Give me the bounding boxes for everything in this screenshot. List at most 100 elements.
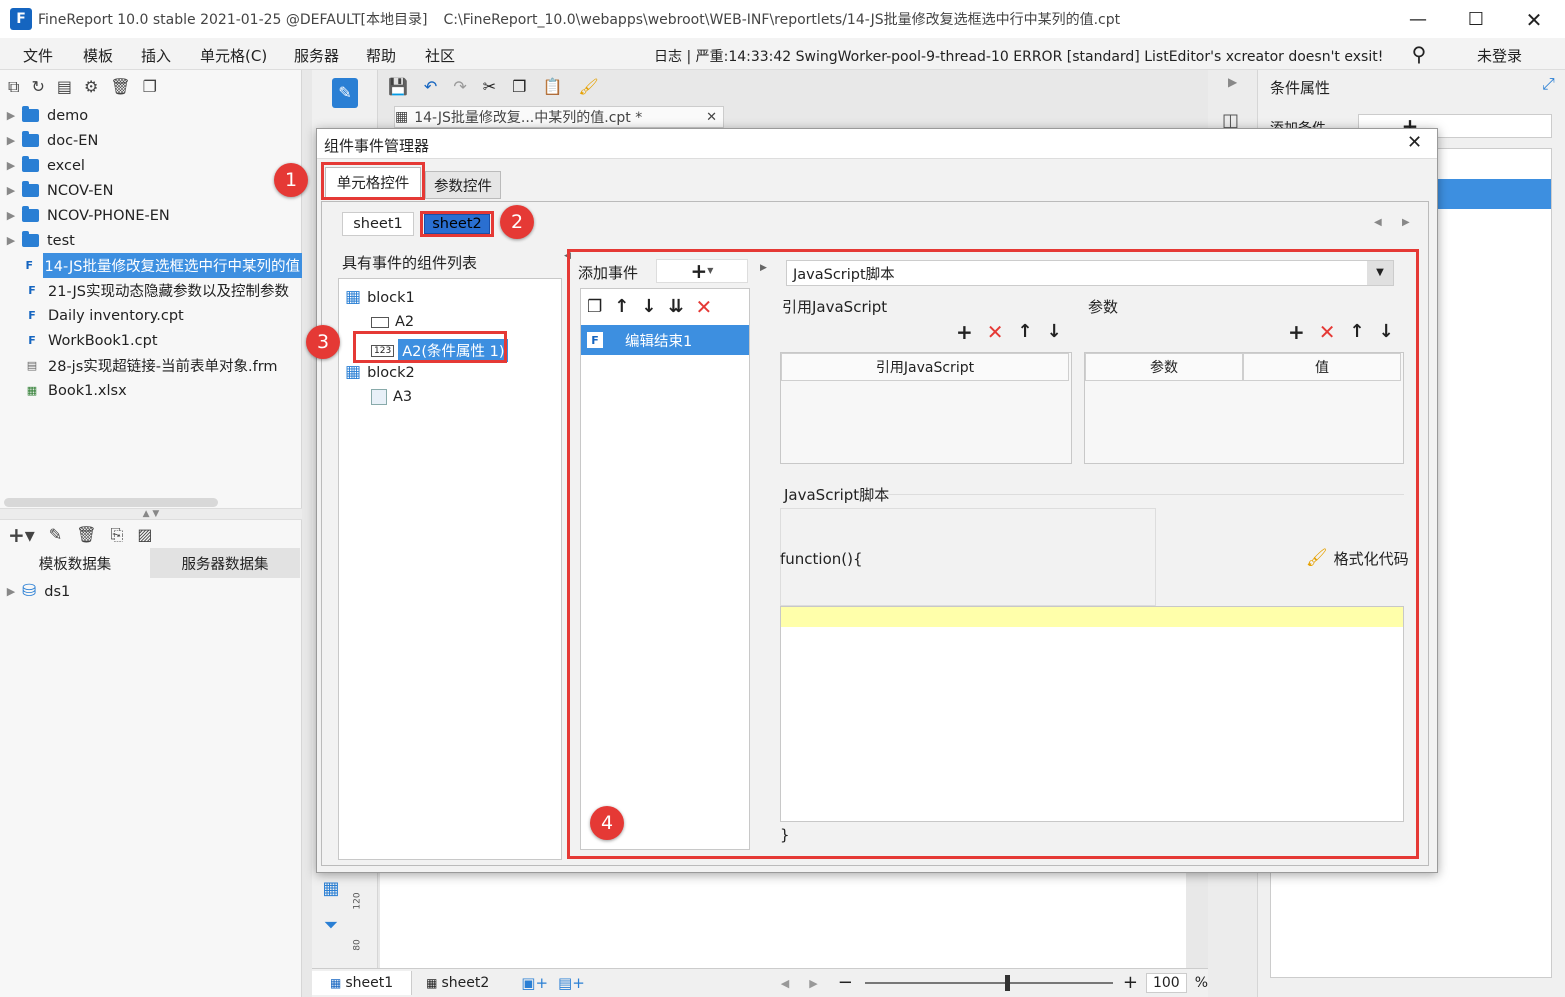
window-path: C:\FineReport_10.0\webapps\webroot\WEB-I… [443, 12, 1121, 28]
template-icon[interactable]: ✎ [332, 78, 358, 108]
sheet-scroll-left-icon[interactable]: ◀ [1374, 218, 1382, 228]
canvas[interactable] [380, 870, 1186, 970]
highlight-box-3 [353, 331, 507, 363]
dialog-close-icon[interactable]: ✕ [1407, 134, 1422, 152]
tree-folder[interactable]: ▶ excel [0, 153, 302, 178]
search-icon[interactable]: ⚲ [1408, 43, 1430, 65]
dataset-settings-icon[interactable]: ▨ [137, 524, 152, 546]
redo-icon[interactable]: ↷ [453, 79, 466, 95]
add-report-sheet-icon[interactable]: ▣+ [521, 975, 548, 991]
refresh-icon[interactable]: ↻ [31, 76, 44, 98]
funnel-icon[interactable]: ⏷ [320, 915, 342, 937]
edit-icon[interactable]: ✎ [49, 524, 62, 546]
zoom-in-icon[interactable]: + [1123, 974, 1138, 992]
widget-list-title: 具有事件的组件列表 [342, 254, 478, 272]
folder-icon [22, 106, 39, 122]
main-toolbar: 💾 ↶ ↷ ✂ ❐ 📋 🖌 [388, 74, 1208, 100]
tab-template-dataset[interactable]: 模板数据集 [0, 548, 150, 578]
log-message[interactable]: 日志 | 严重:14:33:42 SwingWorker-pool-9-thre… [654, 46, 1383, 66]
zoom-unit: % [1194, 975, 1208, 991]
tree-folder[interactable]: ▶ NCOV-PHONE-EN [0, 203, 302, 228]
paste-icon[interactable]: 📋 [542, 79, 562, 95]
locate-icon[interactable]: ▤ [57, 76, 72, 98]
menu-help[interactable]: 帮助 [366, 45, 396, 66]
annotation-badge-2: 2 [500, 205, 534, 239]
window-title: FineReport 10.0 stable 2021-01-25 @DEFAU… [38, 12, 428, 28]
tree-folder[interactable]: ▶ demo [0, 103, 302, 128]
menu-server[interactable]: 服务器 [294, 45, 339, 66]
ruler-label-80: 80 [352, 939, 363, 951]
copy-icon[interactable]: ❐ [143, 76, 157, 98]
tree-folder[interactable]: ▶ doc-EN [0, 128, 302, 153]
format-painter-icon[interactable]: 🖌 [578, 79, 598, 95]
horizontal-scrollbar[interactable] [4, 498, 218, 507]
maximize-icon[interactable]: ☐ [1466, 10, 1486, 30]
title-bar: F FineReport 10.0 stable 2021-01-25 @DEF… [0, 0, 1565, 38]
pin-icon[interactable]: ⤢ [1542, 76, 1555, 92]
tree-file-selected[interactable]: F 14-JS批量修改复选框选中行中某列的值 [0, 253, 302, 278]
save-icon[interactable]: 💾 [388, 79, 408, 95]
sheet-tab-1[interactable]: ▦ sheet1 [312, 971, 413, 995]
add-dataset-icon[interactable]: +▾ [8, 524, 35, 546]
login-link[interactable]: 未登录 [1477, 45, 1522, 66]
preview-icon[interactable]: ⎘ [111, 524, 124, 546]
tree-file[interactable]: ▤ 28-js实现超链接-当前表单对象.frm [0, 353, 302, 378]
collapse-arrow-icon[interactable]: ▶ [1228, 76, 1237, 88]
widget-layout-icon[interactable]: ▦ [320, 878, 342, 900]
widget-tree-block1[interactable]: ▦ block1 [345, 289, 415, 306]
widget-tree-block2[interactable]: ▦ block2 [345, 364, 415, 381]
template-tab-label: 14-JS批量修改复...中某列的值.cpt * [414, 110, 643, 126]
folder-label: NCOV-PHONE-EN [47, 207, 170, 224]
splitter[interactable]: ▲ ▼ [0, 508, 302, 520]
table-icon: ▦ [345, 287, 362, 307]
zoom-out-icon[interactable]: − [838, 974, 853, 992]
cpt-file-icon: F [28, 334, 36, 347]
delete-icon[interactable]: 🗑 [76, 524, 96, 546]
zoom-slider-thumb[interactable] [1004, 975, 1010, 991]
tab-server-dataset[interactable]: 服务器数据集 [150, 548, 300, 578]
zoom-slider[interactable] [864, 975, 1113, 991]
copy-icon[interactable]: ❐ [512, 79, 526, 95]
annotation-badge-4: 4 [590, 806, 624, 840]
tree-file[interactable]: ▦ Book1.xlsx [0, 378, 302, 403]
tree-file[interactable]: F Daily inventory.cpt [0, 303, 302, 328]
tree-folder[interactable]: ▶ NCOV-EN [0, 178, 302, 203]
sheet-scroll-right-icon[interactable]: ▶ [1402, 218, 1410, 228]
widget-tree-label: block2 [367, 364, 415, 381]
new-folder-icon[interactable]: ⧉ [8, 76, 19, 98]
undo-icon[interactable]: ↶ [424, 79, 437, 95]
tab-close-icon[interactable]: ✕ [706, 111, 717, 124]
zoom-value[interactable]: 100 [1145, 973, 1187, 993]
tree-folder[interactable]: ▶ test [0, 228, 302, 253]
menu-file[interactable]: 文件 [23, 45, 53, 66]
folder-label: demo [47, 107, 89, 124]
cut-icon[interactable]: ✂ [483, 79, 496, 95]
scroll-left-icon[interactable]: ◀ [781, 978, 789, 989]
right-panel-title: 条件属性 [1270, 79, 1331, 97]
minimize-icon[interactable]: — [1408, 10, 1428, 30]
tree-file[interactable]: F WorkBook1.cpt [0, 328, 302, 353]
settings-icon[interactable]: ⚙ [84, 76, 98, 98]
dialog-tabs: 单元格控件 参数控件 [323, 167, 1423, 199]
menu-community[interactable]: 社区 [425, 45, 455, 66]
template-tab[interactable]: ▦ 14-JS批量修改复...中某列的值.cpt * ✕ [394, 106, 724, 128]
delete-icon[interactable]: 🗑 [110, 76, 130, 98]
highlight-box-4 [567, 249, 1419, 859]
tree-file[interactable]: F 21-JS实现动态隐藏参数以及控制参数 [0, 278, 302, 303]
menu-template[interactable]: 模板 [83, 45, 113, 66]
widget-tree-label: A2 [395, 314, 415, 330]
menu-insert[interactable]: 插入 [141, 45, 171, 66]
dataset-item[interactable]: ▶ ⛁ ds1 [0, 579, 302, 604]
menu-cell[interactable]: 单元格(C) [200, 45, 267, 66]
tab-param-widget[interactable]: 参数控件 [425, 171, 501, 199]
close-icon[interactable]: ✕ [1524, 10, 1544, 30]
scroll-right-icon[interactable]: ▶ [809, 978, 817, 989]
add-poly-sheet-icon[interactable]: ▤+ [558, 975, 585, 991]
dataset-toolbar: +▾ ✎ 🗑 ⎘ ▨ [8, 524, 298, 546]
sheet-selector-tab-1[interactable]: sheet1 [342, 212, 414, 236]
widget-tree-a3[interactable]: A3 [371, 389, 412, 405]
textbox-icon [371, 316, 389, 328]
dialog-title: 组件事件管理器 [324, 137, 430, 155]
sheet-tab-2[interactable]: ▦ sheet2 [412, 971, 503, 995]
widget-tree-a2[interactable]: A2 [371, 314, 414, 330]
